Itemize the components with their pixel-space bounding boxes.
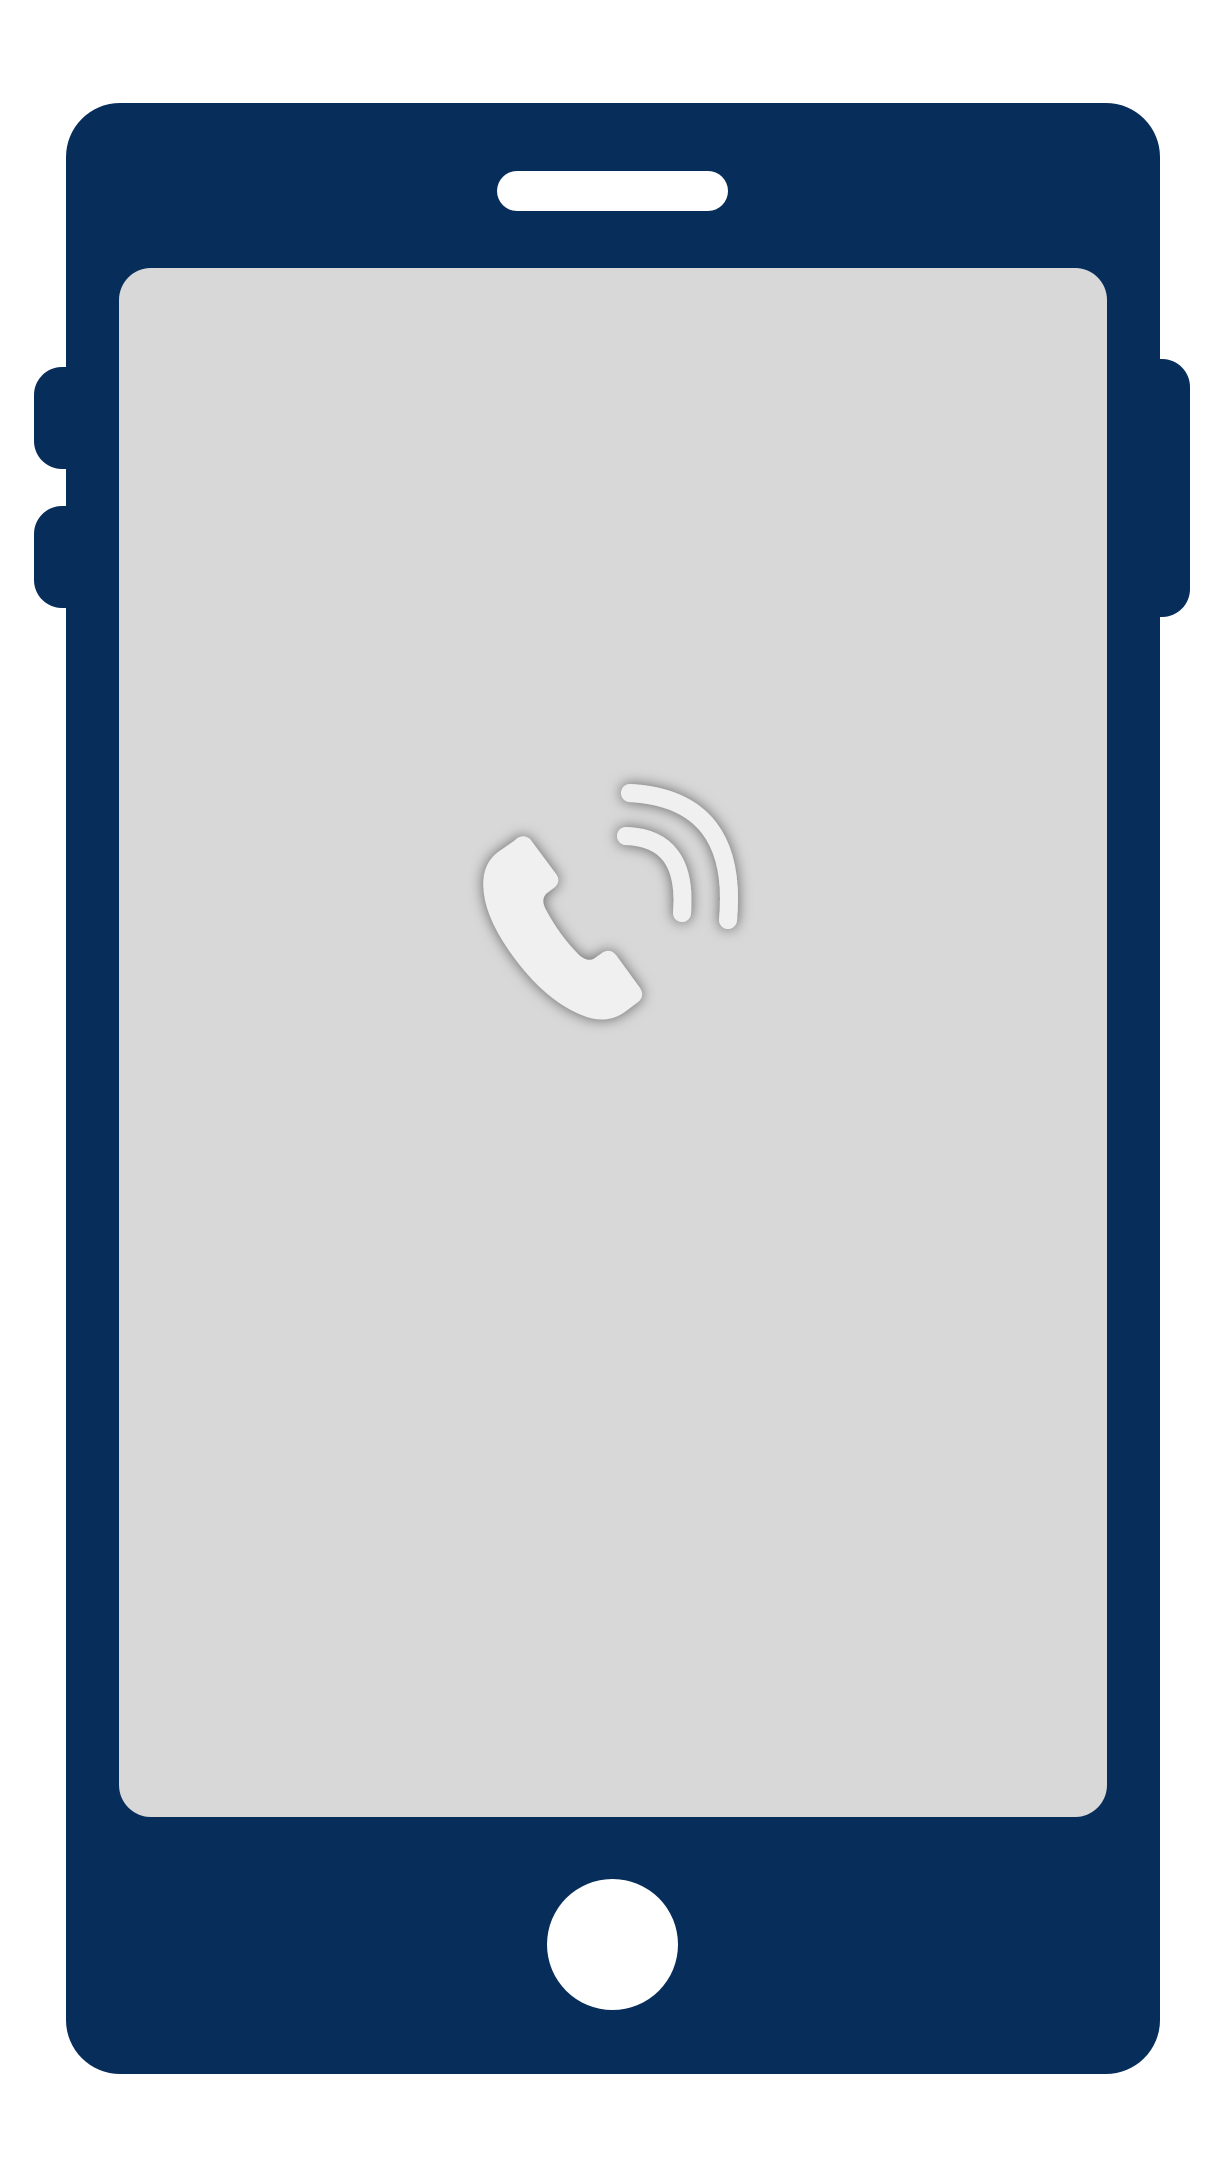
signal-wave-inner [617, 827, 692, 922]
phone-ringing-icon [483, 784, 738, 1020]
handset-shape [483, 836, 643, 1020]
earpiece-speaker [497, 171, 728, 211]
home-button[interactable] [547, 1879, 678, 2010]
